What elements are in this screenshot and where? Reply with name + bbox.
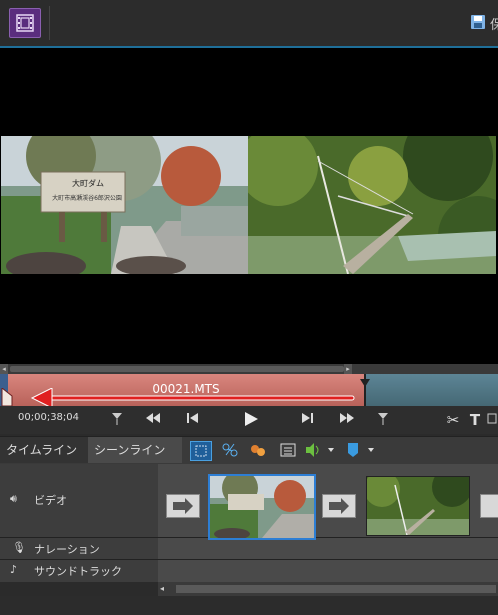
- scroll-left-icon[interactable]: ◂: [160, 584, 164, 593]
- save-icon[interactable]: [470, 14, 486, 34]
- microphone-icon[interactable]: 🎙︎: [12, 541, 26, 554]
- viewer-scrollbar[interactable]: ◂ ▸: [0, 364, 498, 374]
- marker-menu-icon[interactable]: [344, 441, 376, 459]
- step-back-icon[interactable]: [186, 411, 200, 429]
- fast-forward-icon[interactable]: [340, 411, 354, 429]
- tab-timeline[interactable]: タイムライン: [0, 437, 88, 463]
- status-bar: [0, 596, 498, 615]
- track-label-narration: ナレーション: [34, 543, 100, 556]
- speaker-icon[interactable]: [304, 441, 336, 459]
- toolbar-divider: [49, 6, 50, 40]
- film-icon[interactable]: [9, 8, 41, 38]
- step-forward-icon[interactable]: [300, 411, 314, 429]
- scene-clip-1[interactable]: [208, 474, 316, 540]
- scene-clip-2[interactable]: [366, 476, 470, 536]
- text-icon[interactable]: T: [468, 411, 482, 429]
- clip-bar-next[interactable]: [366, 374, 498, 406]
- marker-icon[interactable]: [110, 411, 124, 429]
- split-marker-icon[interactable]: [376, 411, 390, 429]
- sceneline-scrollbar[interactable]: ◂: [158, 582, 498, 596]
- playhead[interactable]: [360, 372, 370, 391]
- speaker-icon[interactable]: 🔊︎: [10, 492, 17, 506]
- preview-frame-left: [1, 136, 248, 274]
- transition-slot[interactable]: [166, 494, 200, 518]
- timecode: 00;00;38;04: [18, 412, 80, 423]
- fit-icon[interactable]: [190, 441, 212, 461]
- play-icon[interactable]: [242, 411, 260, 429]
- track-label-video: ビデオ: [34, 494, 67, 507]
- scroll-left-icon[interactable]: ◂: [0, 364, 8, 374]
- transition-slot[interactable]: [322, 494, 356, 518]
- list-icon[interactable]: [278, 441, 298, 459]
- transition-slot[interactable]: [480, 494, 498, 518]
- audio-mix-icon[interactable]: [248, 441, 268, 459]
- scrollbar-thumb[interactable]: [10, 366, 344, 372]
- scroll-right-icon[interactable]: ▸: [344, 364, 352, 374]
- effects-icon[interactable]: [220, 441, 240, 459]
- tab-sceneline[interactable]: シーンライン: [88, 437, 182, 463]
- sign-subtext: 大町市高瀬渓谷6郎沢公園: [52, 195, 122, 202]
- save-label[interactable]: 保: [490, 14, 498, 33]
- track-label-soundtrack: サウンドトラック: [34, 565, 122, 578]
- top-toolbar: [0, 0, 498, 48]
- divider: [0, 559, 498, 560]
- sign-text: 大町ダム: [72, 179, 104, 188]
- preview-frame-right: [248, 136, 496, 274]
- scissors-icon[interactable]: ✂: [444, 411, 462, 429]
- more-tools-icon[interactable]: [486, 411, 498, 429]
- rewind-icon[interactable]: [146, 411, 160, 429]
- music-icon[interactable]: ♪: [10, 563, 17, 576]
- scrollbar-thumb[interactable]: [176, 585, 496, 593]
